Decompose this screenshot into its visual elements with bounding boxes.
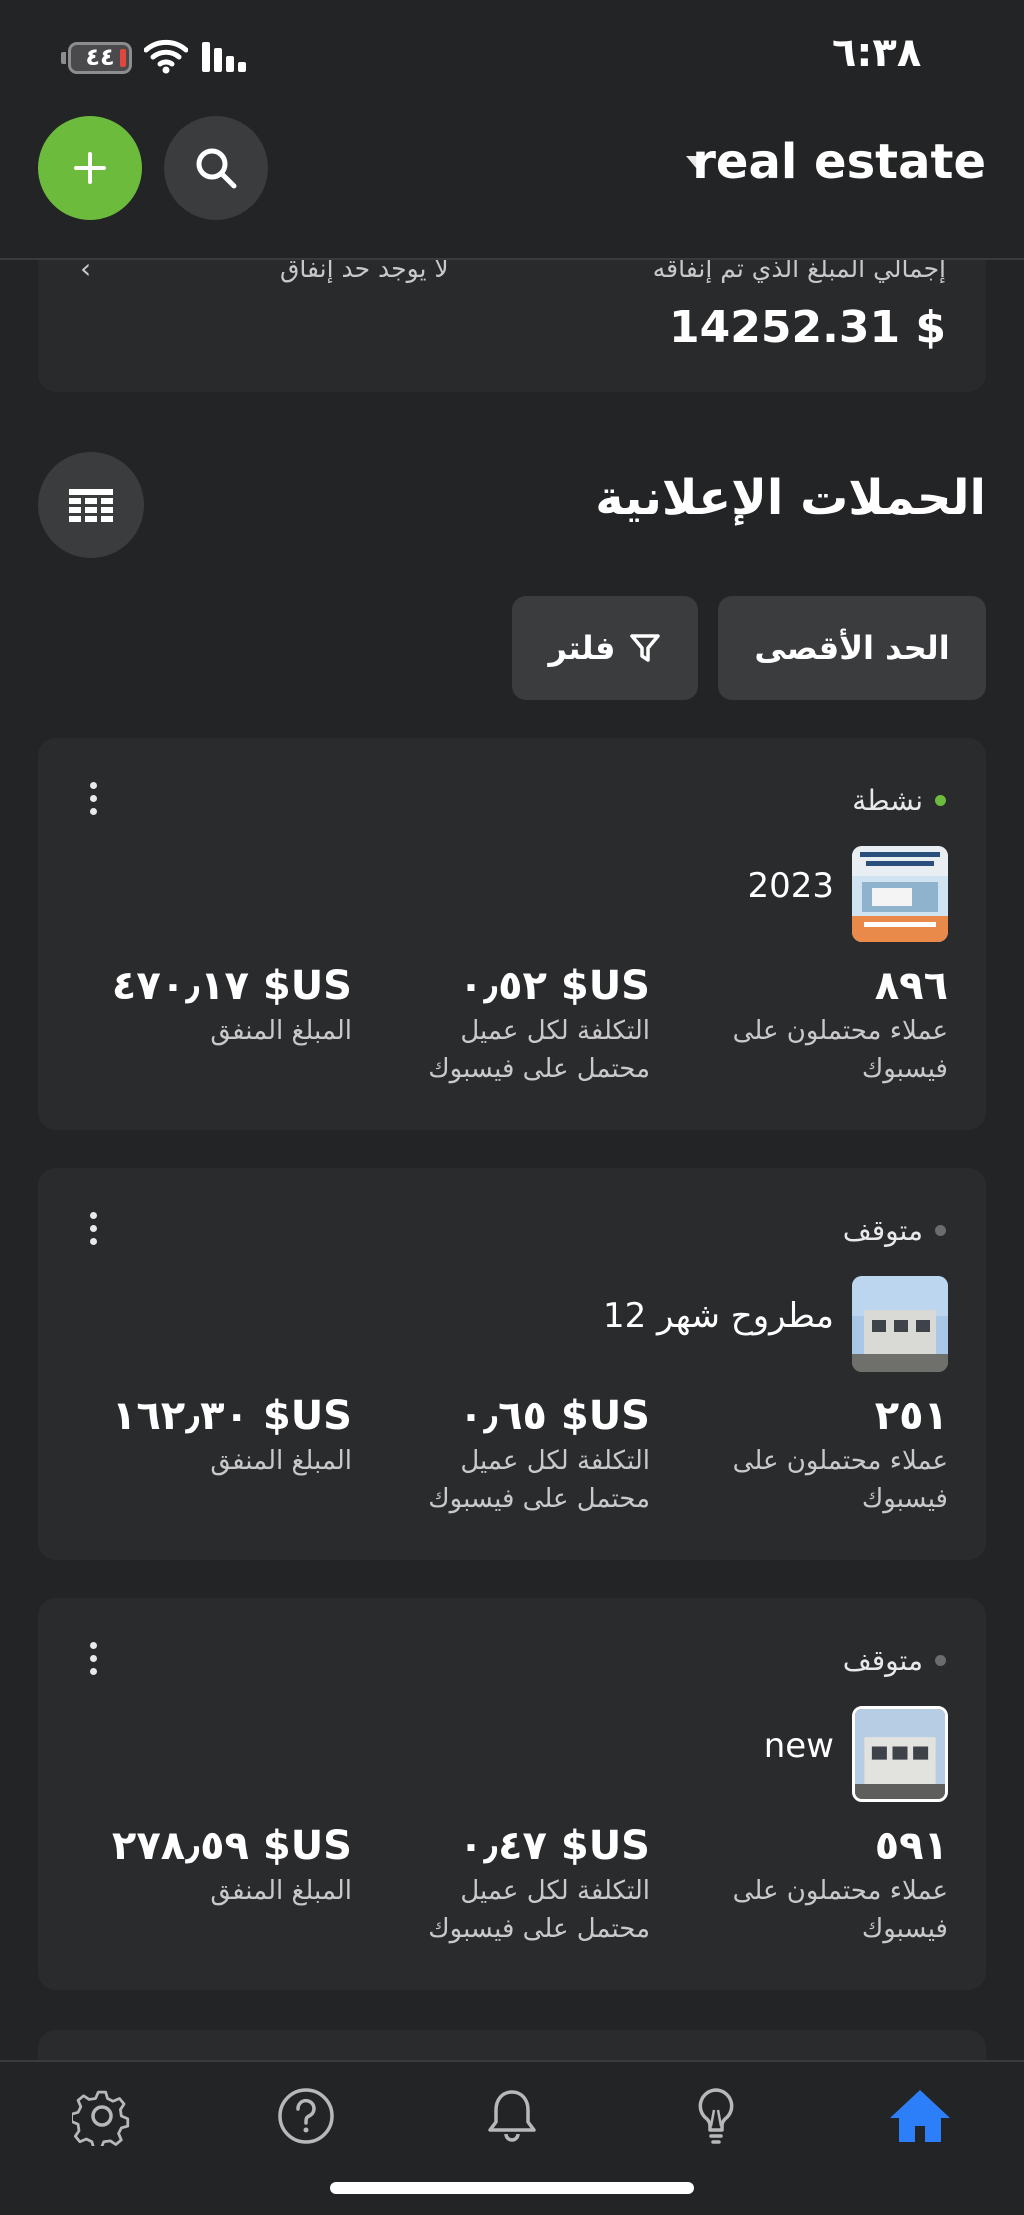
total-spent-value: 14252.31 $ — [669, 302, 946, 353]
campaign-card[interactable]: متوقف new ٥٩١ عملاء محتملون على فيسبوك U… — [38, 1598, 986, 1990]
leads-metric: ٥٩١ عملاء محتملون على فيسبوك — [718, 1820, 948, 1948]
section-title: الحملات الإعلانية — [595, 470, 986, 526]
more-options-icon[interactable] — [90, 1212, 98, 1251]
table-view-button[interactable] — [38, 452, 144, 558]
campaign-thumbnail — [852, 1706, 948, 1802]
campaign-status: متوقف — [843, 1644, 946, 1677]
leads-label: عملاء محتملون على فيسبوك — [732, 1446, 948, 1514]
bell-icon — [488, 2090, 536, 2142]
campaign-card[interactable]: نشطة 2023 ٨٩٦ عملاء محتملون على فيسبوك U… — [38, 738, 986, 1130]
cost-per-lead-value: US$ ٠٫٦٥ — [458, 1393, 650, 1439]
tab-notifications[interactable] — [480, 2084, 544, 2148]
status-text: متوقف — [842, 1214, 923, 1247]
tab-insights[interactable] — [684, 2084, 748, 2148]
battery-icon: ٤٤ — [68, 42, 132, 74]
status-text: نشطة — [852, 784, 923, 817]
wifi-icon — [144, 39, 188, 74]
max-sort-button[interactable]: الحد الأقصى — [718, 596, 986, 700]
campaign-name: 2023 — [747, 866, 834, 906]
cost-per-lead-label: التكلفة لكل عميل محتمل على فيسبوك — [428, 1876, 650, 1944]
filter-icon — [630, 634, 661, 662]
more-options-icon[interactable] — [90, 1642, 98, 1681]
amount-spent-metric: US$ ٤٧٠٫١٧ المبلغ المنفق — [112, 960, 352, 1050]
cost-per-lead-label: التكلفة لكل عميل محتمل على فيسبوك — [428, 1446, 650, 1514]
clock: ٦:٣٨ — [832, 30, 922, 76]
gear-icon — [72, 2090, 130, 2146]
more-options-icon[interactable] — [90, 782, 98, 821]
status-dot — [935, 1225, 946, 1236]
leads-metric: ٢٥١ عملاء محتملون على فيسبوك — [718, 1390, 948, 1518]
cost-per-lead-label: التكلفة لكل عميل محتمل على فيسبوك — [428, 1016, 650, 1084]
plus-icon — [74, 152, 106, 184]
campaign-thumbnail — [852, 846, 948, 942]
max-sort-label: الحد الأقصى — [754, 629, 950, 667]
help-icon — [278, 2088, 334, 2144]
account-selector[interactable]: real estate — [692, 134, 986, 190]
cost-per-lead-value: US$ ٠٫٥٢ — [458, 963, 650, 1009]
search-button[interactable] — [164, 116, 268, 220]
leads-metric: ٨٩٦ عملاء محتملون على فيسبوك — [718, 960, 948, 1088]
top-header: real estate — [0, 112, 1024, 260]
status-dot — [935, 1655, 946, 1666]
campaign-status: نشطة — [852, 784, 946, 817]
leads-label: عملاء محتملون على فيسبوك — [732, 1876, 948, 1944]
amount-spent-label: المبلغ المنفق — [210, 1016, 352, 1046]
campaign-card[interactable]: متوقف مطروح شهر 12 ٢٥١ عملاء محتملون على… — [38, 1168, 986, 1560]
cost-per-lead-metric: US$ ٠٫٦٥ التكلفة لكل عميل محتمل على فيسب… — [420, 1390, 650, 1518]
tab-help[interactable] — [274, 2084, 338, 2148]
cost-per-lead-metric: US$ ٠٫٥٢ التكلفة لكل عميل محتمل على فيسب… — [420, 960, 650, 1088]
campaign-name: مطروح شهر 12 — [602, 1296, 834, 1336]
leads-value: ٨٩٦ — [874, 963, 948, 1009]
signal-icon — [202, 42, 246, 72]
cost-per-lead-value: US$ ٠٫٤٧ — [458, 1823, 650, 1869]
amount-spent-metric: US$ ١٦٢٫٣٠ المبلغ المنفق — [112, 1390, 352, 1480]
status-bar: ٤٤ ٦:٣٨ — [0, 0, 1024, 112]
amount-spent-value: US$ ١٦٢٫٣٠ — [111, 1393, 352, 1439]
amount-spent-label: المبلغ المنفق — [210, 1876, 352, 1906]
filter-button[interactable]: فلتر — [512, 596, 698, 700]
tab-settings[interactable] — [70, 2084, 134, 2148]
home-icon — [890, 2090, 950, 2142]
status-text: متوقف — [842, 1644, 923, 1677]
app-screen: ٤٤ ٦:٣٨ real estate ‹ لا يوجد حد إنفاق إ… — [0, 0, 1024, 2215]
battery-level: ٤٤ — [85, 43, 115, 71]
amount-spent-metric: US$ ٢٧٨٫٥٩ المبلغ المنفق — [112, 1820, 352, 1910]
cost-per-lead-metric: US$ ٠٫٤٧ التكلفة لكل عميل محتمل على فيسب… — [420, 1820, 650, 1948]
home-indicator — [330, 2182, 694, 2194]
amount-spent-label: المبلغ المنفق — [210, 1446, 352, 1476]
leads-value: ٥٩١ — [874, 1823, 948, 1869]
leads-value: ٢٥١ — [874, 1393, 948, 1439]
campaign-name: new — [763, 1726, 834, 1766]
add-campaign-button[interactable] — [38, 116, 142, 220]
amount-spent-value: US$ ٤٧٠٫١٧ — [111, 963, 352, 1009]
campaign-status: متوقف — [843, 1214, 946, 1247]
table-icon — [69, 489, 113, 522]
filter-label: فلتر — [548, 629, 616, 667]
campaign-thumbnail — [852, 1276, 948, 1372]
search-icon — [196, 148, 237, 189]
amount-spent-value: US$ ٢٧٨٫٥٩ — [111, 1823, 352, 1869]
leads-label: عملاء محتملون على فيسبوك — [732, 1016, 948, 1084]
tab-home[interactable] — [888, 2084, 952, 2148]
battery-nub — [61, 52, 66, 64]
next-campaign-card-peek[interactable] — [38, 2030, 986, 2060]
status-dot — [935, 795, 946, 806]
lightbulb-icon — [698, 2088, 734, 2144]
